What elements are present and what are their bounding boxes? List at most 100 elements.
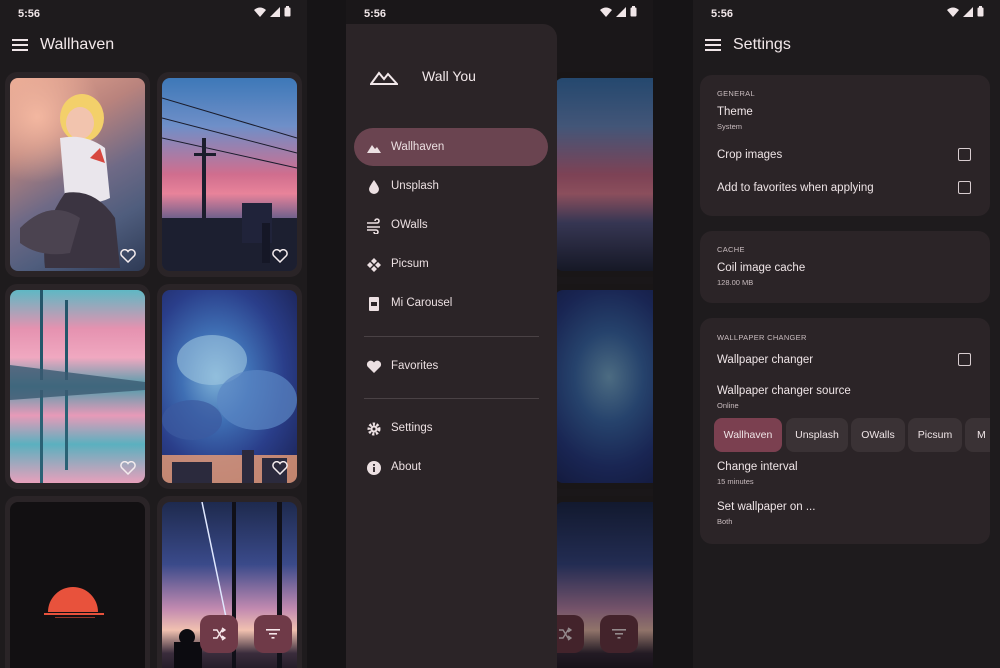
top-app-bar: Settings — [693, 26, 1000, 66]
nav-item-wallhaven[interactable]: Wallhaven — [354, 128, 548, 166]
info-icon — [367, 461, 381, 475]
wallpaper-tile[interactable] — [5, 72, 150, 277]
signal-icon — [270, 6, 280, 17]
filter-button[interactable] — [254, 615, 292, 653]
wallpaper-tile[interactable] — [5, 496, 150, 668]
setting-title: Theme — [717, 106, 753, 118]
nav-item-mi-carousel[interactable]: Mi Carousel — [354, 284, 548, 322]
settings-screen: 5:56 Settings GENERAL Theme System Crop … — [693, 0, 1000, 668]
nav-item-about[interactable]: About — [354, 448, 548, 486]
crop-images-label: Crop images — [717, 149, 783, 161]
drop-icon — [369, 180, 379, 194]
wallpaper-changer-checkbox[interactable] — [958, 353, 971, 366]
nav-label: OWalls — [391, 219, 428, 231]
chip-wallhaven[interactable]: Wallhaven — [714, 418, 782, 452]
chip-unsplash[interactable]: Unsplash — [786, 418, 848, 452]
nav-label: Settings — [391, 422, 433, 434]
nav-item-unsplash[interactable]: Unsplash — [354, 167, 548, 205]
drawer-screen: 5:56 Wall You Wallhaven Unsplash OWalls … — [346, 0, 653, 668]
nav-label: Wallhaven — [391, 141, 445, 153]
wallpaper-image — [10, 78, 145, 271]
wallpaper-tile[interactable] — [157, 72, 302, 277]
book-icon — [369, 297, 379, 311]
general-settings-card: GENERAL Theme System Crop images Add to … — [700, 75, 990, 216]
set-wallpaper-on-setting[interactable]: Set wallpaper on ... Both — [700, 496, 990, 530]
coil-cache-setting[interactable]: Coil image cache 128.00 MB — [700, 257, 990, 291]
add-favorites-label: Add to favorites when applying — [717, 182, 874, 194]
wallpaper-image — [162, 78, 297, 271]
cache-settings-card: CACHE Coil image cache 128.00 MB — [700, 231, 990, 303]
wallpaper-image — [10, 502, 145, 668]
nav-label: Mi Carousel — [391, 297, 453, 309]
setting-value: Online — [717, 401, 739, 410]
setting-value: 15 minutes — [717, 477, 754, 486]
chip-picsum[interactable]: Picsum — [908, 418, 962, 452]
nav-label: Unsplash — [391, 180, 439, 192]
filter-icon — [266, 629, 280, 639]
status-time: 5:56 — [364, 8, 387, 20]
battery-icon — [630, 6, 637, 17]
setting-title: Coil image cache — [717, 262, 806, 274]
status-time: 5:56 — [711, 8, 734, 20]
menu-icon[interactable] — [705, 38, 721, 52]
section-header: CACHE — [717, 245, 745, 254]
page-title: Wallhaven — [40, 36, 115, 53]
page-title: Settings — [733, 36, 791, 53]
filter-icon — [612, 629, 626, 639]
status-bar: 5:56 — [346, 0, 653, 26]
menu-icon[interactable] — [12, 38, 28, 52]
wallpaper-tile — [550, 72, 653, 277]
battery-icon — [977, 6, 984, 17]
wifi-icon — [600, 7, 612, 17]
favorite-heart-icon[interactable] — [120, 461, 136, 475]
nav-divider — [364, 398, 539, 399]
chip-owalls[interactable]: OWalls — [851, 418, 905, 452]
add-favorites-checkbox[interactable] — [958, 181, 971, 194]
setting-title: Set wallpaper on ... — [717, 501, 816, 513]
wallpaper-changer-label: Wallpaper changer — [717, 354, 814, 366]
setting-title: Wallpaper changer source — [717, 385, 851, 397]
battery-icon — [284, 6, 291, 17]
signal-icon — [616, 6, 626, 17]
theme-setting[interactable]: Theme System — [700, 101, 990, 135]
wifi-icon — [254, 7, 266, 17]
favorite-heart-icon[interactable] — [272, 461, 288, 475]
nav-item-owalls[interactable]: OWalls — [354, 206, 548, 244]
wallhaven-screen: 5:56 Wallhaven — [0, 0, 307, 668]
favorite-heart-icon[interactable] — [272, 249, 288, 263]
nav-item-picsum[interactable]: Picsum — [354, 245, 548, 283]
shuffle-icon — [213, 627, 226, 641]
wallpaper-tile[interactable] — [5, 284, 150, 489]
wallpaper-tile[interactable] — [157, 284, 302, 489]
nav-label: About — [391, 461, 422, 473]
chip-mi-carousel[interactable]: M — [965, 418, 990, 452]
source-chip-row: Wallhaven Unsplash OWalls Picsum M — [714, 418, 990, 452]
status-bar: 5:56 — [0, 0, 307, 26]
wifi-icon — [947, 7, 959, 17]
nav-label: Favorites — [391, 360, 439, 372]
heart-icon — [366, 360, 382, 373]
diamond-icon — [367, 258, 381, 272]
status-bar: 5:56 — [693, 0, 1000, 26]
filter-button — [600, 615, 638, 653]
nav-label: Picsum — [391, 258, 429, 270]
changer-source-setting[interactable]: Wallpaper changer source Online — [700, 380, 990, 414]
nav-divider — [364, 336, 539, 337]
section-header: WALLPAPER CHANGER — [717, 333, 807, 342]
gear-icon — [367, 422, 381, 436]
screen-gap — [307, 0, 346, 668]
setting-title: Change interval — [717, 461, 798, 473]
change-interval-setting[interactable]: Change interval 15 minutes — [700, 456, 990, 490]
signal-icon — [963, 6, 973, 17]
wallpaper-tile — [550, 284, 653, 489]
nav-item-favorites[interactable]: Favorites — [354, 347, 548, 385]
shuffle-button[interactable] — [200, 615, 238, 653]
nav-item-settings[interactable]: Settings — [354, 409, 548, 447]
crop-images-checkbox[interactable] — [958, 148, 971, 161]
top-app-bar: Wallhaven — [0, 26, 307, 66]
setting-value: System — [717, 122, 743, 131]
favorite-heart-icon[interactable] — [120, 249, 136, 263]
section-header: GENERAL — [717, 89, 755, 98]
setting-value: 128.00 MB — [717, 278, 754, 287]
shuffle-icon — [559, 627, 572, 641]
